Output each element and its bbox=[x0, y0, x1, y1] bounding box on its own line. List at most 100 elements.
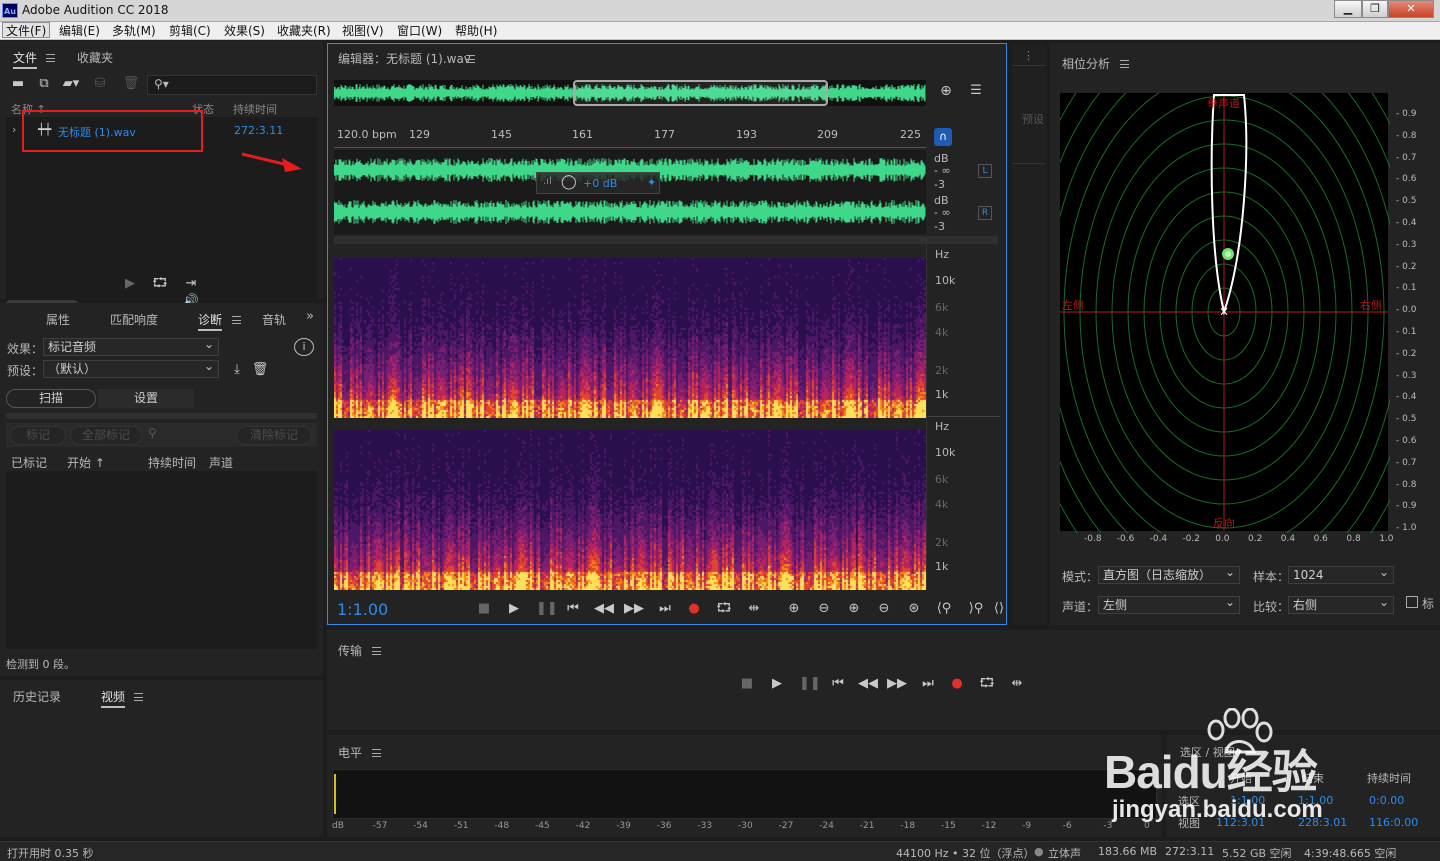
channel-select[interactable]: 左侧 bbox=[1098, 594, 1240, 614]
tab-match-loudness[interactable]: 匹配响度 bbox=[110, 311, 158, 328]
play-preview-icon[interactable]: ▶ bbox=[122, 275, 138, 293]
zoom-in-point-icon[interactable]: ⟨⚲ bbox=[934, 600, 954, 618]
skip-selection-icon[interactable]: ⇹ bbox=[744, 600, 764, 618]
time-ruler[interactable]: 120.0 bpm 129 145 161 177 193 209 225 bbox=[334, 126, 926, 148]
effect-select[interactable]: 标记音频 bbox=[43, 336, 219, 356]
tab-tracks[interactable]: 音轨 bbox=[262, 311, 286, 328]
tab-video[interactable]: 视频 bbox=[101, 688, 126, 708]
levels-menu-icon[interactable] bbox=[372, 749, 381, 757]
zoom-selection-icon[interactable]: ⟨⟩ bbox=[992, 600, 1006, 618]
menu-multitrack[interactable]: 多轨(M) bbox=[109, 23, 159, 39]
menu-view[interactable]: 视图(V) bbox=[339, 23, 387, 39]
new-file-icon[interactable]: ▰▾ bbox=[60, 75, 82, 93]
scan-button[interactable]: 扫描 bbox=[6, 389, 96, 408]
record-icon[interactable]: ● bbox=[949, 675, 965, 693]
zoom-out-amplitude-icon[interactable]: ⊖ bbox=[814, 600, 834, 618]
skip-end-icon[interactable]: ⏭ bbox=[919, 675, 937, 693]
menu-favorites[interactable]: 收藏夹(R) bbox=[274, 23, 334, 39]
menu-help[interactable]: 帮助(H) bbox=[452, 23, 500, 39]
snap-magnet-icon[interactable]: ∩ bbox=[934, 128, 952, 146]
zoom-out-point-icon[interactable]: ⟩⚲ bbox=[966, 600, 986, 618]
tab-files[interactable]: 文件 bbox=[13, 49, 38, 69]
overview-waveform[interactable] bbox=[334, 80, 926, 106]
stop-icon[interactable]: ■ bbox=[476, 600, 492, 618]
expand-icon[interactable]: › bbox=[12, 123, 16, 136]
gain-hud[interactable]: .ıl ◯ +0 dB ✦ bbox=[536, 172, 660, 194]
search-input[interactable]: ⚲▾ bbox=[147, 75, 317, 95]
mode-select[interactable]: 直方图（日志缩放） bbox=[1098, 564, 1240, 584]
channel-r-toggle[interactable]: R bbox=[978, 206, 992, 220]
skip-selection-icon[interactable]: ⇹ bbox=[1007, 675, 1027, 693]
tab-diagnostics[interactable]: 诊断 bbox=[198, 311, 223, 331]
rewind-icon[interactable]: ◀◀ bbox=[858, 675, 878, 693]
skip-end-icon[interactable]: ⏭ bbox=[656, 600, 674, 618]
view-end[interactable]: 228:3.01 bbox=[1298, 816, 1347, 829]
show-tracks-icon[interactable]: ☰ bbox=[966, 82, 986, 100]
menu-effects[interactable]: 效果(S) bbox=[221, 23, 268, 39]
loop-icon[interactable]: ⮔ bbox=[977, 675, 997, 693]
open-folder-icon[interactable]: ▬ bbox=[8, 75, 28, 93]
clear-marks-button[interactable]: 清除标记 bbox=[236, 426, 312, 445]
transport-menu-icon[interactable] bbox=[372, 647, 381, 655]
current-time[interactable]: 1:1.00 bbox=[337, 600, 388, 619]
editor-menu-icon[interactable] bbox=[466, 55, 475, 63]
rewind-icon[interactable]: ◀◀ bbox=[594, 600, 614, 618]
column-marked[interactable]: 已标记 bbox=[11, 454, 47, 471]
info-icon[interactable]: i bbox=[294, 338, 314, 356]
record-icon[interactable]: ● bbox=[686, 600, 702, 618]
sample-select[interactable]: 1024 bbox=[1288, 564, 1394, 584]
option-checkbox[interactable] bbox=[1406, 596, 1418, 608]
pause-icon[interactable]: ❚❚ bbox=[799, 675, 821, 693]
loop-preview-icon[interactable]: ⮔ bbox=[151, 275, 169, 293]
view-duration[interactable]: 116:0.00 bbox=[1369, 816, 1418, 829]
menu-window[interactable]: 窗口(W) bbox=[394, 23, 445, 39]
gain-value[interactable]: +0 dB bbox=[583, 177, 617, 190]
spectrogram-left[interactable] bbox=[334, 258, 926, 418]
selection-duration[interactable]: 0:0.00 bbox=[1369, 794, 1404, 807]
zoom-out-time-icon[interactable]: ⊖ bbox=[874, 600, 894, 618]
menu-clip[interactable]: 剪辑(C) bbox=[166, 23, 214, 39]
menu-file[interactable]: 文件(F) bbox=[2, 22, 51, 38]
close-button[interactable]: ✕ bbox=[1388, 0, 1434, 18]
column-start[interactable]: 开始 ↑ bbox=[67, 454, 105, 471]
files-menu-icon[interactable] bbox=[46, 54, 55, 62]
selection-start[interactable]: 1:1.00 bbox=[1230, 794, 1265, 807]
tab-properties[interactable]: 属性 bbox=[46, 311, 70, 328]
zoom-in-time-icon[interactable]: ⊕ bbox=[844, 600, 864, 618]
view-start[interactable]: 112:3.01 bbox=[1216, 816, 1265, 829]
settings-button[interactable]: 设置 bbox=[98, 389, 194, 408]
zoom-marker-icon[interactable]: ⚲ bbox=[148, 426, 157, 440]
stop-icon[interactable]: ■ bbox=[739, 675, 755, 693]
selection-end[interactable]: 1:1.00 bbox=[1298, 794, 1333, 807]
phase-menu-icon[interactable] bbox=[1120, 60, 1129, 68]
tab-history[interactable]: 历史记录 bbox=[13, 688, 61, 705]
mark-all-button[interactable]: 全部标记 bbox=[70, 426, 142, 445]
section-divider[interactable] bbox=[6, 413, 317, 419]
column-duration[interactable]: 持续时间 bbox=[233, 101, 277, 117]
view-divider[interactable] bbox=[334, 236, 998, 244]
compare-select[interactable]: 右侧 bbox=[1288, 594, 1394, 614]
gain-knob-icon[interactable]: ◯ bbox=[561, 174, 577, 190]
skip-start-icon[interactable]: ⏮ bbox=[564, 600, 582, 618]
save-icon[interactable]: ⛁ bbox=[90, 75, 110, 93]
pause-icon[interactable]: ❚❚ bbox=[536, 600, 558, 618]
column-channel[interactable]: 声道 bbox=[209, 454, 233, 471]
play-icon[interactable]: ▶ bbox=[769, 675, 785, 693]
import-icon[interactable]: ⧉ bbox=[34, 75, 54, 93]
fast-forward-icon[interactable]: ▶▶ bbox=[624, 600, 644, 618]
zoom-to-fit-icon[interactable]: ⊕ bbox=[936, 82, 956, 100]
more-tabs-icon[interactable]: » bbox=[306, 309, 314, 324]
menu-edit[interactable]: 编辑(E) bbox=[56, 23, 103, 39]
mark-button[interactable]: 标记 bbox=[10, 426, 66, 445]
diagnostics-menu-icon[interactable] bbox=[232, 316, 241, 324]
zoom-in-amplitude-icon[interactable]: ⊕ bbox=[784, 600, 804, 618]
save-preset-icon[interactable]: ⤓ bbox=[228, 361, 246, 379]
skip-start-icon[interactable]: ⏮ bbox=[829, 675, 847, 693]
spectrogram-right[interactable] bbox=[334, 430, 926, 590]
preset-select[interactable]: （默认） bbox=[43, 358, 219, 378]
loop-icon[interactable]: ⮔ bbox=[714, 600, 734, 618]
strip-menu-icon[interactable]: ⋮ bbox=[1023, 49, 1034, 62]
zoom-full-icon[interactable]: ⊛ bbox=[904, 600, 924, 618]
channel-l-toggle[interactable]: L bbox=[978, 164, 992, 178]
play-icon[interactable]: ▶ bbox=[506, 600, 522, 618]
